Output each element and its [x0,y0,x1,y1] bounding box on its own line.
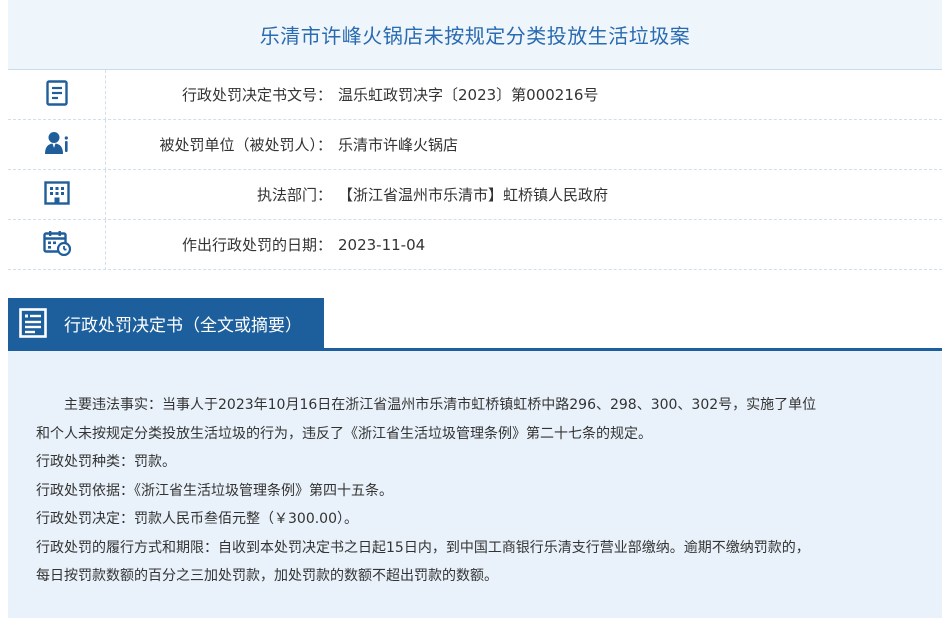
building-icon [43,181,70,209]
field-label-penalty-date: 作出行政处罚的日期： [181,236,332,254]
user-icon [44,131,70,159]
penalty-decision: 行政处罚决定：罚款人民币叁佰元整（￥300.00）。 [36,511,358,527]
penalty-basis: 行政处罚依据：《浙江省生活垃圾管理条例》第四十五条。 [36,482,393,499]
field-value-penalty-date: 2023-11-04 [338,236,426,254]
icon-cell [8,70,106,120]
document-list-icon [18,308,48,338]
document-icon [45,80,68,110]
field-label-enforcement-dept: 执法部门： [256,186,332,204]
title-bar: 乐清市许峰火锅店未按规定分类投放生活垃圾案 [8,0,942,70]
icon-cell [8,170,106,220]
field-value-enforcement-dept: 【浙江省温州市乐清市】虹桥镇人民政府 [338,186,609,204]
field-value-document-number: 温乐虹政罚决字〔2023〕第000216号 [338,86,599,104]
page-title: 乐清市许峰火锅店未按规定分类投放生活垃圾案 [259,24,691,48]
field-label-penalized-party: 被处罚单位（被处罚人）： [159,136,332,154]
section-title: 行政处罚决定书（全文或摘要） [64,315,302,336]
field-value-penalized-party: 乐清市许峰火锅店 [338,136,459,154]
info-row-enforcement-dept: 执法部门： 【浙江省温州市乐清市】虹桥镇人民政府 [8,170,942,220]
info-row-penalty-date: 作出行政处罚的日期： 2023-11-04 [8,220,942,270]
info-table: 行政处罚决定书文号： 温乐虹政罚决字〔2023〕第000216号 被处罚单位（被… [8,70,942,270]
decision-content: 主要违法事实：当事人于2023年10月16日在浙江省温州市乐清市虹桥镇虹桥中路2… [8,351,942,618]
calendar-icon [42,230,71,260]
icon-cell [8,120,106,170]
info-row-document-number: 行政处罚决定书文号： 温乐虹政罚决字〔2023〕第000216号 [8,70,942,120]
violation-facts-line-1: 主要违法事实：当事人于2023年10月16日在浙江省温州市乐清市虹桥镇虹桥中路2… [64,397,817,413]
field-label-document-number: 行政处罚决定书文号： [181,86,332,104]
section-header: 行政处罚决定书（全文或摘要） [8,298,942,351]
info-row-penalized-party: 被处罚单位（被处罚人）： 乐清市许峰火锅店 [8,120,942,170]
icon-cell [8,220,106,270]
violation-facts-line-2: 和个人未按规定分类投放生活垃圾的行为，违反了《浙江省生活垃圾管理条例》第二十七条… [36,425,652,442]
payment-method-line-1: 行政处罚的履行方式和期限：自收到本处罚决定书之日起15日内，到中国工商银行乐清支… [36,539,810,556]
penalty-type: 行政处罚种类：罚款。 [36,454,176,470]
payment-method-line-2: 每日按罚款数额的百分之三加处罚款，加处罚款的数额不超出罚款的数额。 [36,568,498,584]
section-tab: 行政处罚决定书（全文或摘要） [8,298,324,348]
